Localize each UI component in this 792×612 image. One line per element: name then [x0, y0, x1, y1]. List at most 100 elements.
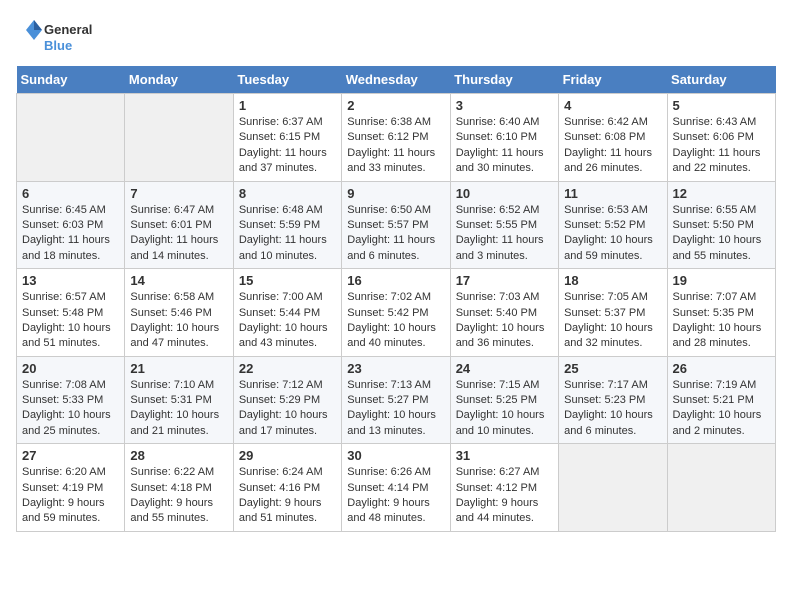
- week-row-2: 6 Sunrise: 6:45 AMSunset: 6:03 PMDaylight…: [17, 181, 776, 269]
- day-info: Sunrise: 6:55 AMSunset: 5:50 PMDaylight:…: [673, 203, 770, 265]
- calendar-cell: 22 Sunrise: 7:12 AMSunset: 5:29 PMDayligh…: [233, 356, 341, 444]
- day-number: 5: [673, 98, 770, 113]
- day-number: 7: [130, 186, 227, 201]
- day-number: 22: [239, 361, 336, 376]
- weekday-header-friday: Friday: [559, 66, 667, 94]
- calendar-cell: 11 Sunrise: 6:53 AMSunset: 5:52 PMDayligh…: [559, 181, 667, 269]
- calendar-cell: [667, 444, 775, 532]
- calendar-cell: 12Sunrise: 6:55 AMSunset: 5:50 PMDayligh…: [667, 181, 775, 269]
- day-info: Sunrise: 7:13 AMSunset: 5:27 PMDaylight:…: [347, 378, 444, 440]
- day-info: Sunrise: 6:27 AMSunset: 4:12 PMDaylight:…: [456, 465, 553, 527]
- calendar-cell: 7Sunrise: 6:47 AMSunset: 6:01 PMDaylight…: [125, 181, 233, 269]
- calendar-cell: [125, 94, 233, 182]
- calendar-cell: 17Sunrise: 7:03 AMSunset: 5:40 PMDayligh…: [450, 269, 558, 357]
- calendar-cell: 6 Sunrise: 6:45 AMSunset: 6:03 PMDaylight…: [17, 181, 125, 269]
- calendar-cell: 1 Sunrise: 6:37 AMSunset: 6:15 PMDaylight…: [233, 94, 341, 182]
- weekday-header-thursday: Thursday: [450, 66, 558, 94]
- day-info: Sunrise: 6:52 AMSunset: 5:55 PMDaylight:…: [456, 203, 553, 265]
- day-info: Sunrise: 6:26 AMSunset: 4:14 PMDaylight:…: [347, 465, 444, 527]
- week-row-1: 1 Sunrise: 6:37 AMSunset: 6:15 PMDaylight…: [17, 94, 776, 182]
- day-info: Sunrise: 6:57 AMSunset: 5:48 PMDaylight:…: [22, 290, 119, 352]
- day-number: 4: [564, 98, 661, 113]
- weekday-header-tuesday: Tuesday: [233, 66, 341, 94]
- day-info: Sunrise: 6:24 AMSunset: 4:16 PMDaylight:…: [239, 465, 336, 527]
- day-info: Sunrise: 6:42 AMSunset: 6:08 PMDaylight:…: [564, 115, 661, 177]
- calendar-cell: [17, 94, 125, 182]
- calendar-cell: 29 Sunrise: 6:24 AMSunset: 4:16 PMDayligh…: [233, 444, 341, 532]
- day-number: 21: [130, 361, 227, 376]
- day-number: 2: [347, 98, 444, 113]
- week-row-4: 20 Sunrise: 7:08 AMSunset: 5:33 PMDayligh…: [17, 356, 776, 444]
- day-info: Sunrise: 6:20 AMSunset: 4:19 PMDaylight:…: [22, 465, 119, 527]
- day-info: Sunrise: 7:02 AMSunset: 5:42 PMDaylight:…: [347, 290, 444, 352]
- day-number: 30: [347, 448, 444, 463]
- day-info: Sunrise: 7:19 AMSunset: 5:21 PMDaylight:…: [673, 378, 770, 440]
- day-number: 16: [347, 273, 444, 288]
- day-info: Sunrise: 7:08 AMSunset: 5:33 PMDaylight:…: [22, 378, 119, 440]
- week-row-3: 13 Sunrise: 6:57 AMSunset: 5:48 PMDayligh…: [17, 269, 776, 357]
- day-number: 31: [456, 448, 553, 463]
- day-info: Sunrise: 6:53 AMSunset: 5:52 PMDaylight:…: [564, 203, 661, 265]
- day-info: Sunrise: 7:10 AMSunset: 5:31 PMDaylight:…: [130, 378, 227, 440]
- day-number: 6: [22, 186, 119, 201]
- day-number: 1: [239, 98, 336, 113]
- calendar-cell: [559, 444, 667, 532]
- svg-text:General: General: [44, 22, 92, 37]
- day-info: Sunrise: 7:07 AMSunset: 5:35 PMDaylight:…: [673, 290, 770, 352]
- day-info: Sunrise: 7:05 AMSunset: 5:37 PMDaylight:…: [564, 290, 661, 352]
- week-row-5: 27 Sunrise: 6:20 AMSunset: 4:19 PMDayligh…: [17, 444, 776, 532]
- calendar-cell: 10 Sunrise: 6:52 AMSunset: 5:55 PMDayligh…: [450, 181, 558, 269]
- header: General Blue: [16, 16, 776, 56]
- day-info: Sunrise: 7:15 AMSunset: 5:25 PMDaylight:…: [456, 378, 553, 440]
- weekday-header-row: SundayMondayTuesdayWednesdayThursdayFrid…: [17, 66, 776, 94]
- svg-text:Blue: Blue: [44, 38, 72, 53]
- calendar-cell: 5 Sunrise: 6:43 AMSunset: 6:06 PMDaylight…: [667, 94, 775, 182]
- day-number: 14: [130, 273, 227, 288]
- calendar-cell: 30 Sunrise: 6:26 AMSunset: 4:14 PMDayligh…: [342, 444, 450, 532]
- weekday-header-saturday: Saturday: [667, 66, 775, 94]
- calendar-cell: 9 Sunrise: 6:50 AMSunset: 5:57 PMDaylight…: [342, 181, 450, 269]
- day-number: 9: [347, 186, 444, 201]
- calendar-cell: 27 Sunrise: 6:20 AMSunset: 4:19 PMDayligh…: [17, 444, 125, 532]
- calendar-cell: 24Sunrise: 7:15 AMSunset: 5:25 PMDayligh…: [450, 356, 558, 444]
- day-number: 13: [22, 273, 119, 288]
- day-info: Sunrise: 6:37 AMSunset: 6:15 PMDaylight:…: [239, 115, 336, 177]
- day-number: 11: [564, 186, 661, 201]
- day-info: Sunrise: 6:22 AMSunset: 4:18 PMDaylight:…: [130, 465, 227, 527]
- day-info: Sunrise: 6:48 AMSunset: 5:59 PMDaylight:…: [239, 203, 336, 265]
- day-number: 26: [673, 361, 770, 376]
- calendar-cell: 23 Sunrise: 7:13 AMSunset: 5:27 PMDayligh…: [342, 356, 450, 444]
- logo-svg: General Blue: [16, 16, 96, 56]
- logo: General Blue: [16, 16, 96, 56]
- day-number: 17: [456, 273, 553, 288]
- day-info: Sunrise: 6:50 AMSunset: 5:57 PMDaylight:…: [347, 203, 444, 265]
- calendar-cell: 2Sunrise: 6:38 AMSunset: 6:12 PMDaylight…: [342, 94, 450, 182]
- day-info: Sunrise: 6:58 AMSunset: 5:46 PMDaylight:…: [130, 290, 227, 352]
- calendar-table: SundayMondayTuesdayWednesdayThursdayFrid…: [16, 66, 776, 532]
- calendar-cell: 31 Sunrise: 6:27 AMSunset: 4:12 PMDayligh…: [450, 444, 558, 532]
- day-number: 23: [347, 361, 444, 376]
- day-info: Sunrise: 6:43 AMSunset: 6:06 PMDaylight:…: [673, 115, 770, 177]
- day-number: 18: [564, 273, 661, 288]
- calendar-cell: 26 Sunrise: 7:19 AMSunset: 5:21 PMDayligh…: [667, 356, 775, 444]
- day-number: 10: [456, 186, 553, 201]
- day-number: 15: [239, 273, 336, 288]
- calendar-cell: 21 Sunrise: 7:10 AMSunset: 5:31 PMDayligh…: [125, 356, 233, 444]
- calendar-cell: 19 Sunrise: 7:07 AMSunset: 5:35 PMDayligh…: [667, 269, 775, 357]
- day-number: 20: [22, 361, 119, 376]
- day-info: Sunrise: 6:45 AMSunset: 6:03 PMDaylight:…: [22, 203, 119, 265]
- weekday-header-monday: Monday: [125, 66, 233, 94]
- day-number: 8: [239, 186, 336, 201]
- day-info: Sunrise: 7:12 AMSunset: 5:29 PMDaylight:…: [239, 378, 336, 440]
- calendar-cell: 20 Sunrise: 7:08 AMSunset: 5:33 PMDayligh…: [17, 356, 125, 444]
- day-number: 27: [22, 448, 119, 463]
- calendar-cell: 15Sunrise: 7:00 AMSunset: 5:44 PMDayligh…: [233, 269, 341, 357]
- weekday-header-sunday: Sunday: [17, 66, 125, 94]
- day-info: Sunrise: 7:17 AMSunset: 5:23 PMDaylight:…: [564, 378, 661, 440]
- calendar-cell: 25Sunrise: 7:17 AMSunset: 5:23 PMDayligh…: [559, 356, 667, 444]
- day-number: 29: [239, 448, 336, 463]
- day-info: Sunrise: 6:40 AMSunset: 6:10 PMDaylight:…: [456, 115, 553, 177]
- calendar-cell: 13 Sunrise: 6:57 AMSunset: 5:48 PMDayligh…: [17, 269, 125, 357]
- day-number: 19: [673, 273, 770, 288]
- calendar-cell: 18 Sunrise: 7:05 AMSunset: 5:37 PMDayligh…: [559, 269, 667, 357]
